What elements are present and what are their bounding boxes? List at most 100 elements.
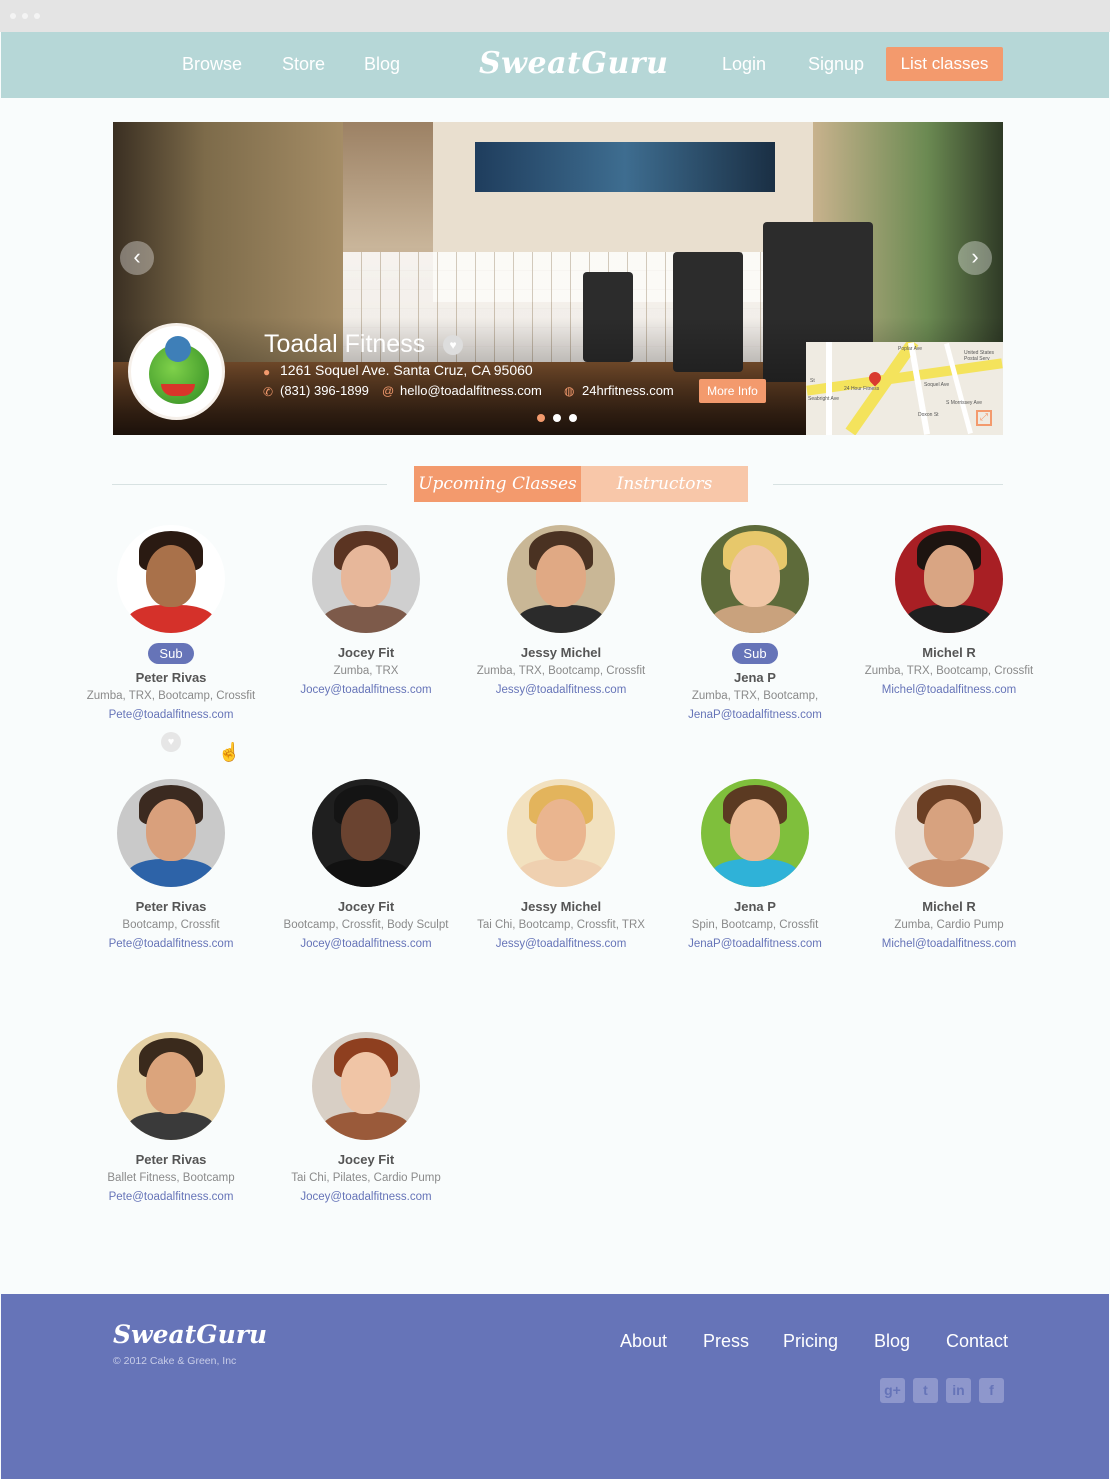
nav-browse[interactable]: Browse	[182, 54, 242, 75]
instructor-avatar[interactable]	[895, 779, 1003, 887]
instructor-avatar[interactable]	[117, 525, 225, 633]
instructor-classes: Zumba, TRX, Bootcamp, Crossfit	[476, 665, 646, 677]
instructor-classes: Bootcamp, Crossfit	[122, 919, 220, 931]
instructor-email[interactable]: Jocey@toadalfitness.com	[266, 684, 466, 696]
instructor-email[interactable]: JenaP@toadalfitness.com	[655, 709, 855, 721]
carousel-dot[interactable]	[537, 414, 545, 422]
instructor-email[interactable]: Michel@toadalfitness.com	[849, 938, 1049, 950]
list-classes-button[interactable]: List classes	[886, 47, 1003, 81]
map-label: Seabright Ave	[808, 396, 840, 402]
instructor-classes: Zumba, TRX, Bootcamp,	[691, 690, 819, 702]
nav-signup[interactable]: Signup	[808, 54, 864, 75]
tab-upcoming-classes[interactable]: Upcoming Classes	[414, 466, 581, 502]
instructor-email[interactable]: Pete@toadalfitness.com	[71, 938, 271, 950]
sub-badge: Sub	[732, 643, 778, 664]
instructor-classes: Bootcamp, Crossfit, Body Sculpt	[283, 919, 449, 931]
instructor-avatar[interactable]	[117, 779, 225, 887]
globe-icon: ◍	[564, 384, 575, 398]
map-label: St	[810, 378, 815, 384]
window-dot	[34, 13, 40, 19]
instructor-name[interactable]: Jocey Fit	[266, 1152, 466, 1167]
sub-badge: Sub	[148, 643, 194, 664]
hero-next-button[interactable]: ›	[958, 241, 992, 275]
instructor-avatar[interactable]	[507, 525, 615, 633]
instructor-avatar[interactable]	[507, 779, 615, 887]
instructor-email[interactable]: Pete@toadalfitness.com	[71, 709, 271, 721]
nav-login[interactable]: Login	[722, 54, 766, 75]
instructor-email[interactable]: JenaP@toadalfitness.com	[655, 938, 855, 950]
instructor-name[interactable]: Peter Rivas	[71, 1152, 271, 1167]
instructor-classes: Zumba, TRX, Bootcamp, Crossfit	[864, 665, 1034, 677]
carousel-dot[interactable]	[553, 414, 561, 422]
instructor-email[interactable]: Jocey@toadalfitness.com	[266, 938, 466, 950]
footer-pricing-link[interactable]: Pricing	[783, 1331, 838, 1352]
instructor-email[interactable]: Jocey@toadalfitness.com	[266, 1191, 466, 1203]
footer: SweatGuru © 2012 Cake & Green, Inc About…	[1, 1294, 1109, 1479]
footer-about-link[interactable]: About	[620, 1331, 667, 1352]
site-logo[interactable]: SweatGuru	[479, 46, 668, 81]
favorite-heart-icon[interactable]: ♥	[161, 732, 181, 752]
more-info-button[interactable]: More Info	[699, 379, 766, 403]
location-pin-icon: ●	[263, 365, 271, 379]
instructor-name[interactable]: Peter Rivas	[71, 899, 271, 914]
instructor-classes: Spin, Bootcamp, Crossfit	[691, 919, 819, 931]
hand-cursor-icon: ☝	[218, 742, 241, 762]
business-website[interactable]: 24hrfitness.com	[582, 383, 674, 398]
instructor-email[interactable]: Pete@toadalfitness.com	[71, 1191, 271, 1203]
instructor-classes: Ballet Fitness, Bootcamp	[107, 1172, 235, 1184]
business-name: Toadal Fitness	[264, 330, 426, 358]
twitter-icon[interactable]: t	[913, 1378, 938, 1403]
map-label: Poplar Ave	[898, 346, 923, 352]
instructor-avatar[interactable]	[312, 1032, 420, 1140]
phone-icon: ✆	[263, 385, 274, 399]
instructor-avatar[interactable]	[312, 525, 420, 633]
instructor-name[interactable]: Jocey Fit	[266, 645, 466, 660]
instructor-name[interactable]: Jessy Michel	[461, 899, 661, 914]
instructor-name[interactable]: Jessy Michel	[461, 645, 661, 660]
divider	[112, 484, 387, 485]
divider	[773, 484, 1003, 485]
map-label: United States Postal Serv	[964, 350, 995, 362]
instructor-email[interactable]: Jessy@toadalfitness.com	[461, 938, 661, 950]
map-label: Doxon St	[918, 412, 939, 418]
google-plus-icon[interactable]: g+	[880, 1378, 905, 1403]
instructor-classes: Zumba, Cardio Pump	[894, 919, 1004, 931]
nav-blog[interactable]: Blog	[364, 54, 400, 75]
footer-contact-link[interactable]: Contact	[946, 1331, 1008, 1352]
location-map[interactable]: United States Postal Serv 24 Hour Fitnes…	[806, 342, 1003, 435]
email-icon: @	[382, 384, 395, 398]
footer-blog-link[interactable]: Blog	[874, 1331, 910, 1352]
expand-map-icon[interactable]: ⤢	[976, 410, 992, 426]
instructor-name[interactable]: Michel R	[849, 645, 1049, 660]
footer-press-link[interactable]: Press	[703, 1331, 749, 1352]
business-email[interactable]: hello@toadalfitness.com	[400, 383, 542, 398]
window-dot	[10, 13, 16, 19]
business-address: 1261 Soquel Ave. Santa Cruz, CA 95060	[280, 362, 533, 378]
instructor-avatar[interactable]	[312, 779, 420, 887]
instructor-name[interactable]: Jocey Fit	[266, 899, 466, 914]
copyright: © 2012 Cake & Green, Inc	[113, 1355, 237, 1367]
linkedin-icon[interactable]: in	[946, 1378, 971, 1403]
instructor-name[interactable]: Jena P	[655, 670, 855, 685]
instructor-avatar[interactable]	[701, 779, 809, 887]
business-phone: (831) 396-1899	[280, 383, 369, 398]
instructor-avatar[interactable]	[117, 1032, 225, 1140]
instructor-classes: Tai Chi, Bootcamp, Crossfit, TRX	[477, 919, 645, 931]
instructor-name[interactable]: Peter Rivas	[71, 670, 271, 685]
favorite-heart-icon[interactable]: ♥	[443, 335, 463, 355]
instructor-name[interactable]: Jena P	[655, 899, 855, 914]
map-label: 24 Hour Fitness	[844, 386, 880, 392]
footer-logo[interactable]: SweatGuru	[113, 1320, 267, 1349]
map-label: Soquel Ave	[924, 382, 950, 388]
facebook-icon[interactable]: f	[979, 1378, 1004, 1403]
instructor-email[interactable]: Michel@toadalfitness.com	[849, 684, 1049, 696]
carousel-dot[interactable]	[569, 414, 577, 422]
instructor-avatar[interactable]	[895, 525, 1003, 633]
instructor-avatar[interactable]	[701, 525, 809, 633]
tab-instructors[interactable]: Instructors	[581, 466, 748, 502]
hero-prev-button[interactable]: ‹	[120, 241, 154, 275]
instructor-email[interactable]: Jessy@toadalfitness.com	[461, 684, 661, 696]
window-dot	[22, 13, 28, 19]
nav-store[interactable]: Store	[282, 54, 325, 75]
instructor-name[interactable]: Michel R	[849, 899, 1049, 914]
